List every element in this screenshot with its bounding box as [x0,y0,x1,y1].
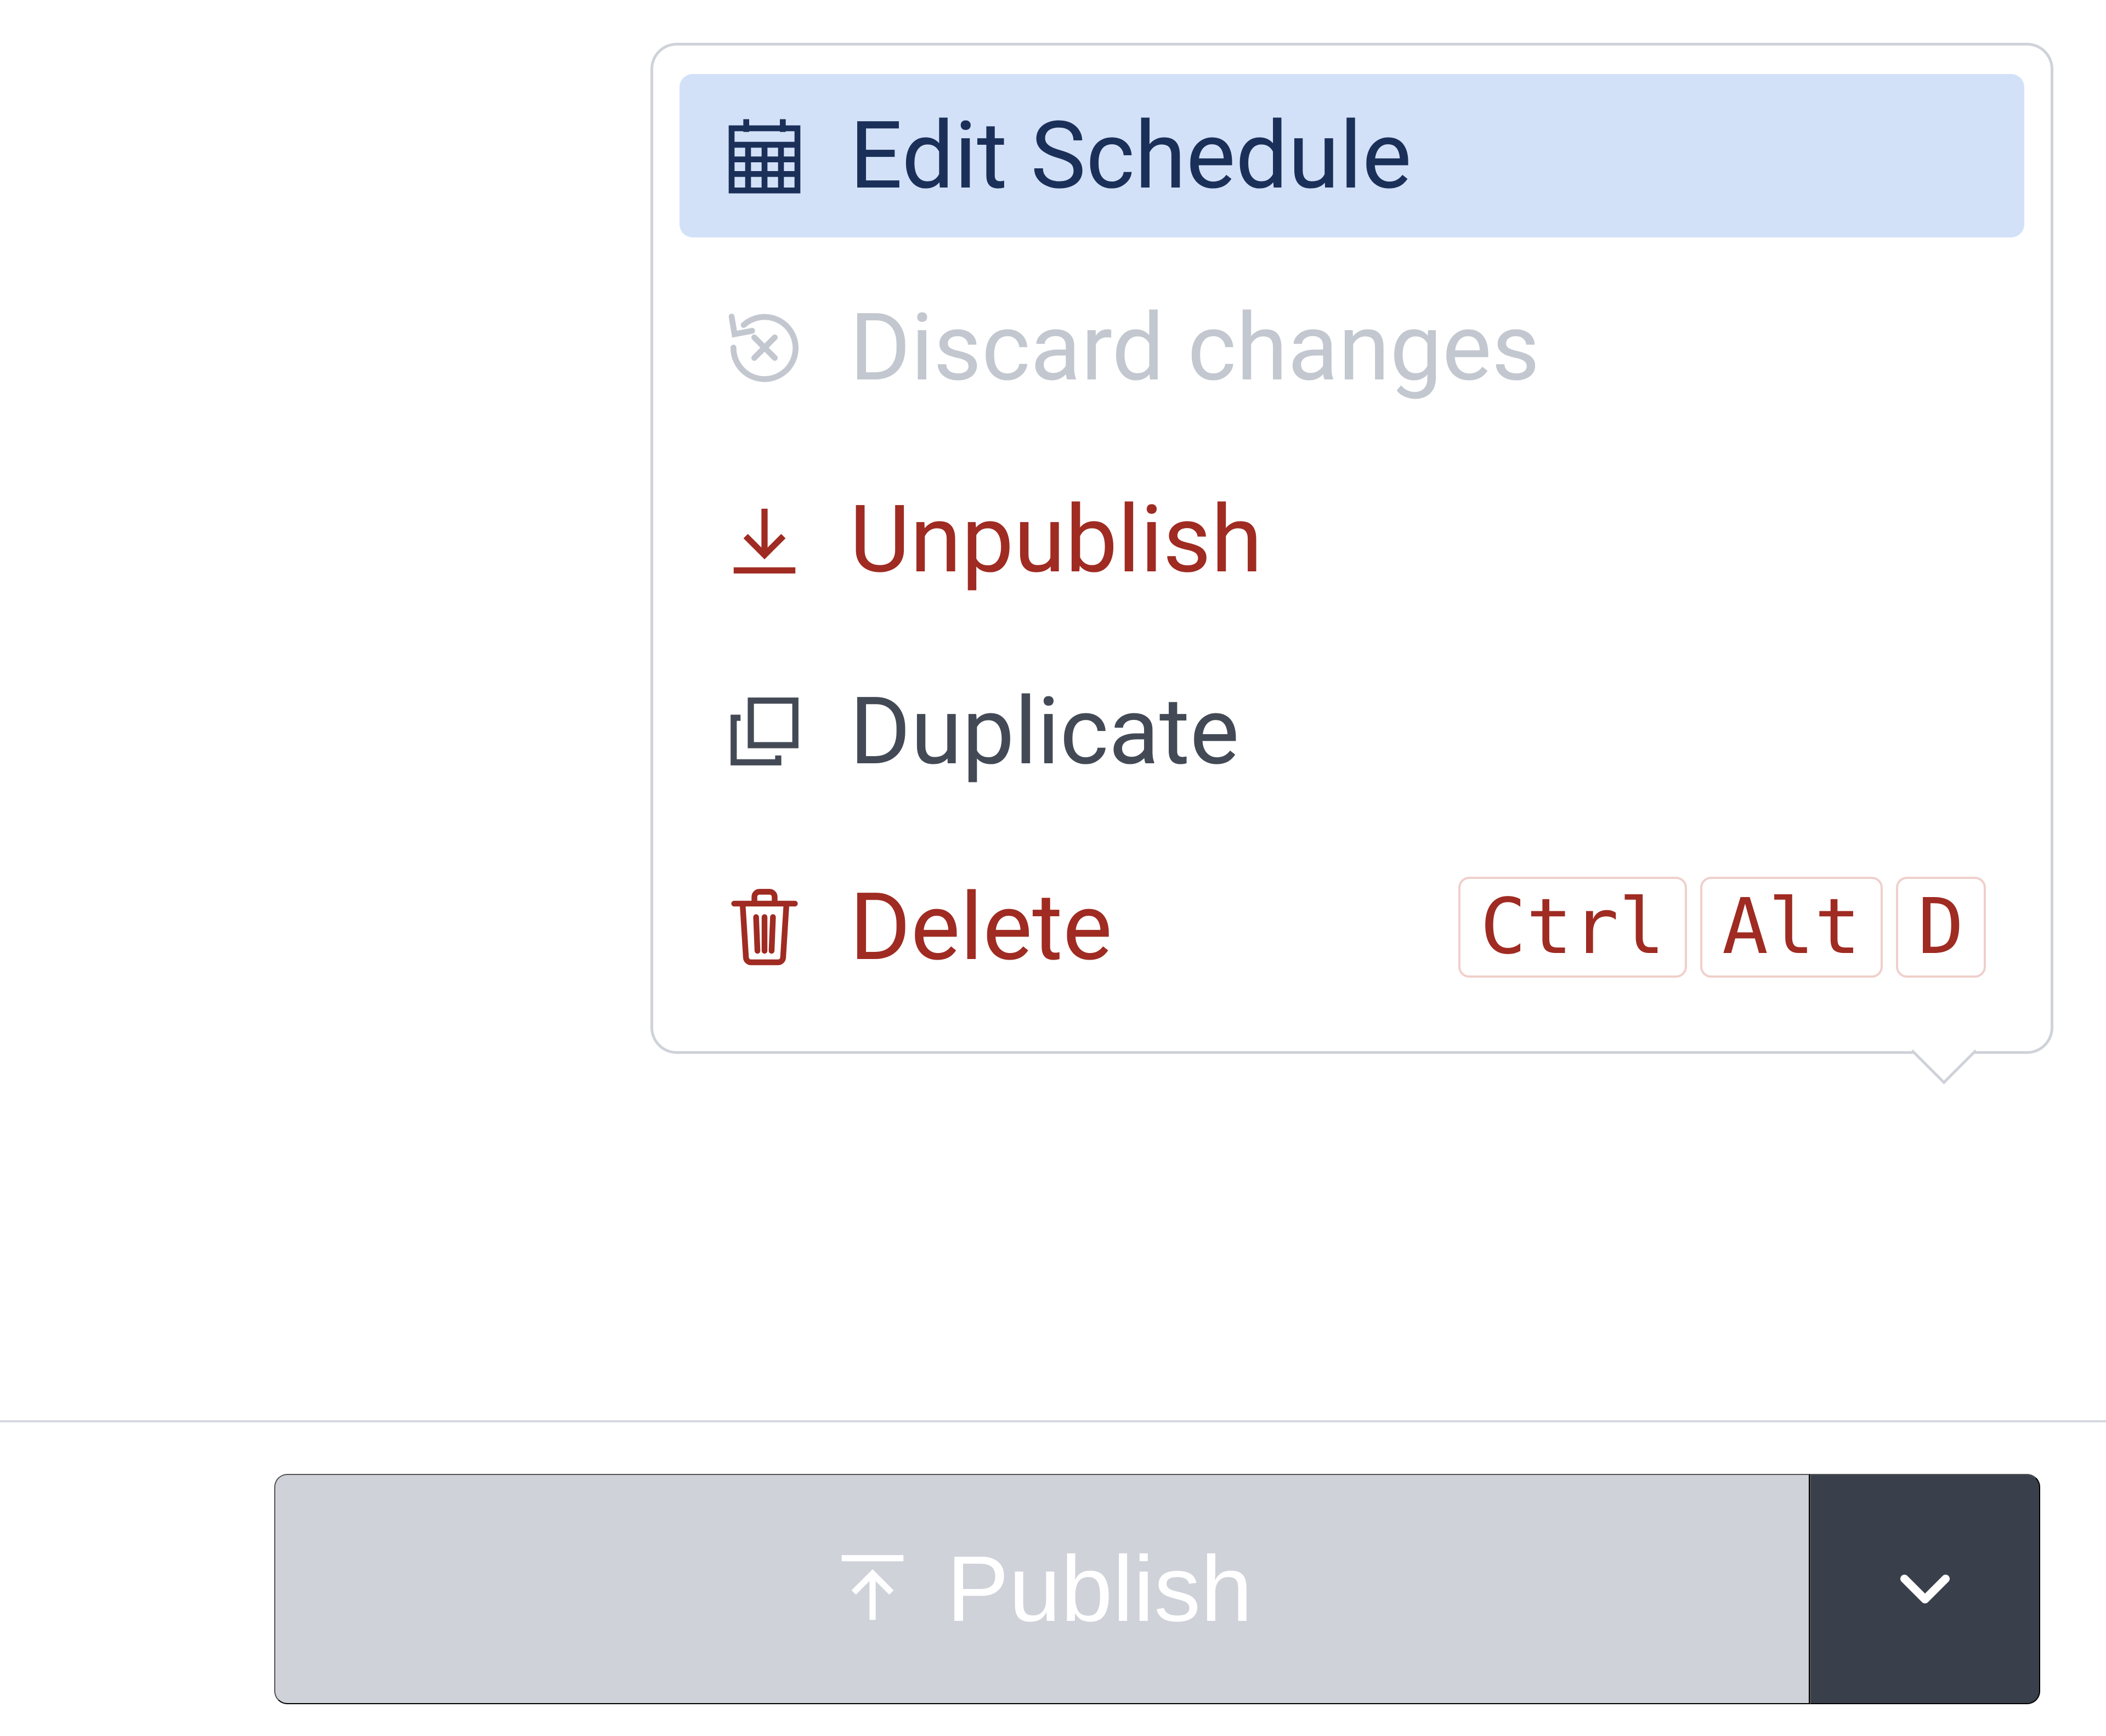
menu-item-label: Unpublish [850,493,1263,586]
trash-icon [718,883,811,971]
menu-item-unpublish[interactable]: Unpublish [680,458,2024,621]
toolbar-divider [0,1420,2106,1422]
menu-item-edit-schedule[interactable]: Edit Schedule [680,74,2024,237]
history-cancel-icon [718,304,811,392]
publish-split-button: Publish [274,1474,2040,1704]
menu-item-label: Duplicate [850,685,1239,778]
arrow-down-to-line-icon [718,498,811,581]
publish-actions-menu: Edit Schedule Discard changes Unpublish [650,43,2053,1054]
menu-item-shortcut: Ctrl Alt D [1458,877,1986,978]
menu-item-label: Edit Schedule [850,109,1412,202]
shortcut-key: Alt [1700,877,1883,978]
publish-button[interactable]: Publish [274,1474,1810,1704]
menu-item-label: Discard changes [850,301,1539,394]
menu-item-duplicate[interactable]: Duplicate [680,650,2024,813]
calendar-icon [718,112,811,200]
menu-item-discard-changes: Discard changes [680,266,2024,429]
publish-menu-toggle[interactable] [1810,1474,2040,1704]
menu-item-label: Delete [850,881,1112,974]
publish-button-label: Publish [947,1535,1253,1643]
copy-icon [718,690,811,773]
arrow-up-to-line-icon [831,1548,914,1630]
chevron-down-icon [1884,1548,1966,1630]
menu-item-delete[interactable]: Delete Ctrl Alt D [680,842,2024,1013]
shortcut-key: D [1896,877,1986,978]
shortcut-key: Ctrl [1458,877,1687,978]
